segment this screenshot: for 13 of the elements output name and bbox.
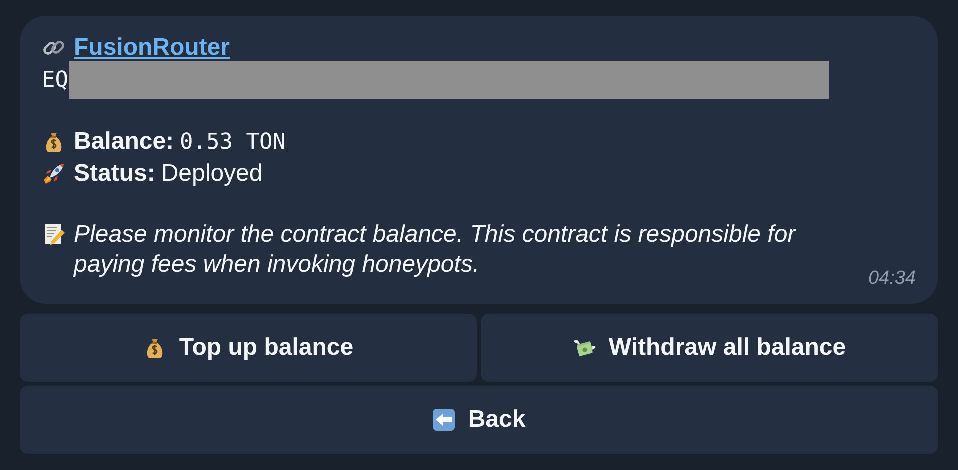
rocket-icon bbox=[42, 162, 66, 186]
note-text: Please monitor the contract balance. This contract is responsible for paying fees when invoking honeypots. bbox=[74, 220, 798, 280]
inline-button[interactable]: Back bbox=[20, 386, 938, 454]
field-label: Status: bbox=[74, 160, 156, 188]
message-time: 04:34 bbox=[868, 268, 916, 290]
inline-button[interactable]: Withdraw all balance bbox=[481, 314, 938, 382]
field-label: Balance: bbox=[74, 128, 174, 156]
contract-address: EQ bbox=[42, 68, 68, 92]
contract-link[interactable]: FusionRouter bbox=[74, 34, 230, 62]
field-value: Deployed bbox=[161, 160, 263, 188]
field-value: 0.53 TON bbox=[180, 130, 286, 154]
memo-pencil-icon bbox=[42, 222, 66, 246]
inline-button[interactable]: Top up balance bbox=[20, 314, 477, 382]
